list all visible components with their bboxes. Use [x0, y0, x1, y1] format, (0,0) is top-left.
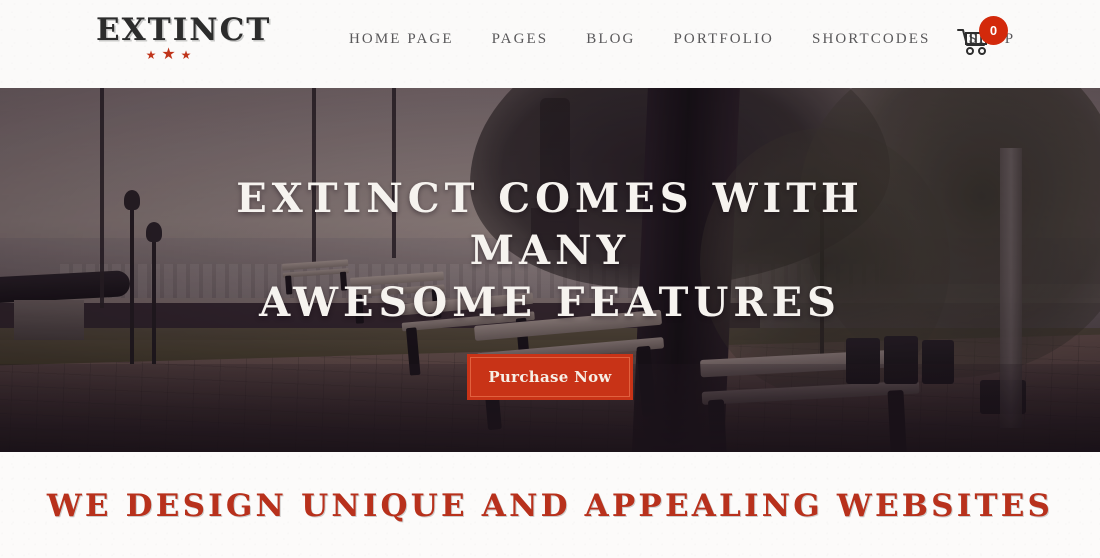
logo-star-left: ★: [145, 48, 162, 62]
logo-wordmark: EXTINCT: [96, 12, 272, 48]
site-logo[interactable]: EXTINCT ★★★: [96, 12, 272, 63]
main-navigation: HOME PAGE PAGES BLOG PORTFOLIO SHORTCODE…: [330, 31, 1034, 48]
cart-button[interactable]: 0: [952, 16, 1014, 62]
logo-star-center: ★: [161, 46, 181, 63]
logo-stars: ★★★: [96, 46, 246, 63]
nav-item-shortcodes[interactable]: SHORTCODES: [793, 31, 949, 48]
page-root: EXTINCT ★★★ HOME PAGE PAGES BLOG PORTFOL…: [0, 0, 1100, 558]
hero-content: EXTINCT COMES WITH MANY AWESOME FEATURES…: [0, 88, 1100, 452]
cart-count-badge: 0: [979, 16, 1008, 45]
features-heading: WE DESIGN UNIQUE AND APPEALING WEBSITES: [46, 488, 1054, 524]
hero-title-line-2: AWESOME FEATURES: [259, 279, 841, 326]
site-header: EXTINCT ★★★ HOME PAGE PAGES BLOG PORTFOL…: [0, 0, 1100, 88]
logo-star-right: ★: [180, 48, 197, 62]
hero-title: EXTINCT COMES WITH MANY AWESOME FEATURES: [170, 173, 930, 329]
nav-item-pages[interactable]: PAGES: [473, 31, 568, 48]
features-section: WE DESIGN UNIQUE AND APPEALING WEBSITES: [0, 452, 1100, 558]
purchase-now-button[interactable]: Purchase Now: [467, 354, 633, 400]
nav-item-blog[interactable]: BLOG: [567, 31, 654, 48]
hero-banner: EXTINCT COMES WITH MANY AWESOME FEATURES…: [0, 88, 1100, 452]
nav-item-portfolio[interactable]: PORTFOLIO: [654, 31, 793, 48]
nav-item-home-page[interactable]: HOME PAGE: [330, 31, 473, 48]
hero-title-line-1: EXTINCT COMES WITH MANY: [236, 175, 864, 274]
